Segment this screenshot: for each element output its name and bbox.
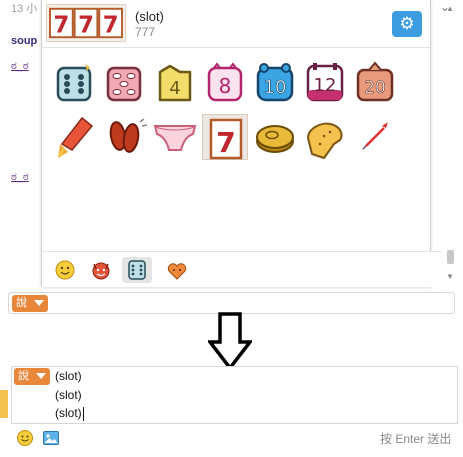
message-thumbnail-edge [0, 390, 8, 418]
input-text-line: (slot) [55, 406, 84, 421]
dart-icon [362, 122, 388, 150]
emote-coin[interactable] [252, 114, 298, 160]
number-20-label: 20 [364, 78, 386, 98]
slot-7-icon: 7 [209, 118, 243, 160]
dice-icon [56, 64, 92, 102]
dice-eyes-icon [106, 66, 142, 102]
panties-icon [153, 125, 197, 151]
number-10-label: 10 [264, 77, 287, 98]
emote-number-12[interactable]: 12 [302, 60, 348, 106]
number-4-icon: 4 [158, 64, 192, 102]
speak-mode-dropdown[interactable]: 說 [14, 368, 50, 385]
emote-dice-eyes[interactable] [102, 60, 148, 106]
emote-number-4[interactable]: 4 [152, 60, 198, 106]
slot-777-icon: 7 7 7 [46, 4, 126, 42]
message-timestamp: 13 小 [11, 3, 38, 15]
emote-sausage[interactable] [102, 114, 148, 160]
gear-icon: ⚙ [399, 14, 415, 33]
message-username[interactable]: soup [11, 35, 37, 47]
tab-smiley[interactable] [50, 257, 80, 283]
emote-picker-popup: 7 7 7 (slot) 777 ⚙ 4 8 10 12 20 7 ▲ ▼ [41, 0, 454, 287]
bread-icon [307, 122, 343, 159]
number-4-label: 4 [169, 78, 180, 99]
emote-preview-code: 777 [135, 25, 156, 39]
emote-number-10[interactable]: 10 [252, 60, 298, 106]
svg-text:7: 7 [78, 12, 94, 38]
chat-input-before[interactable] [8, 292, 455, 314]
scroll-thumb[interactable] [447, 250, 454, 264]
speak-mode-label: 說 [18, 370, 29, 382]
svg-text:7: 7 [103, 12, 119, 38]
slot-7-label: 7 [216, 126, 235, 159]
emote-panties[interactable] [152, 114, 198, 160]
image-upload-button[interactable] [42, 429, 60, 447]
rocket-icon [58, 116, 94, 158]
svg-text:7: 7 [53, 12, 69, 38]
emote-preview-header: 7 7 7 (slot) 777 ⚙ [42, 0, 430, 48]
input-text-line: (slot) [55, 388, 82, 402]
smiley-icon [55, 260, 75, 280]
number-8-label: 8 [219, 74, 232, 98]
emoji-button[interactable] [16, 429, 34, 447]
emote-dice[interactable] [52, 60, 98, 106]
scroll-up-icon[interactable]: ▲ [446, 4, 454, 13]
number-10-icon: 10 [256, 63, 294, 102]
number-8-icon: 8 [207, 62, 243, 102]
text-cursor [82, 406, 84, 421]
scroll-down-icon[interactable]: ▼ [446, 272, 454, 281]
emote-number-20[interactable]: 20 [352, 60, 398, 106]
send-hint: 按 Enter 送出 [380, 432, 452, 446]
devil-icon [92, 262, 110, 280]
caret-down-icon [36, 373, 46, 379]
tab-heart[interactable] [162, 257, 192, 283]
emote-preview-name: (slot) [135, 9, 164, 24]
sausage-icon [109, 118, 148, 153]
input-text-line: (slot) [55, 369, 82, 383]
emote-dart[interactable] [352, 114, 398, 160]
number-12-label: 12 [314, 75, 337, 96]
message-emote-text: ಠ_ಠ [11, 171, 29, 183]
dice-tab-icon [128, 260, 146, 280]
coin-icon [256, 125, 294, 153]
chat-window: 13 小 soup ಠ_ಠ ಠ_ಠ ⌄ 7 7 7 (slot) 777 ⚙ 4… [0, 0, 463, 457]
tab-devil[interactable] [86, 257, 116, 283]
caret-down-icon [34, 300, 44, 306]
emote-rocket[interactable] [52, 114, 98, 160]
number-12-icon: 12 [306, 63, 344, 102]
speak-mode-dropdown[interactable]: 說 [12, 295, 48, 312]
emote-bread[interactable] [302, 114, 348, 160]
emote-slot-7[interactable]: 7 [202, 114, 248, 160]
speak-mode-label: 說 [16, 297, 27, 309]
emote-number-8[interactable]: 8 [202, 60, 248, 106]
heart-face-icon [167, 263, 187, 280]
tab-dice[interactable] [122, 257, 152, 283]
input-text-line-last: (slot) [55, 406, 82, 420]
down-arrow-icon [208, 312, 252, 370]
message-emote-text: ಠ_ಠ [11, 60, 29, 72]
emote-category-tabs [42, 251, 442, 287]
number-20-icon: 20 [356, 61, 394, 102]
emote-scrollbar[interactable]: ▲ ▼ [444, 0, 456, 287]
settings-button[interactable]: ⚙ [392, 11, 422, 37]
